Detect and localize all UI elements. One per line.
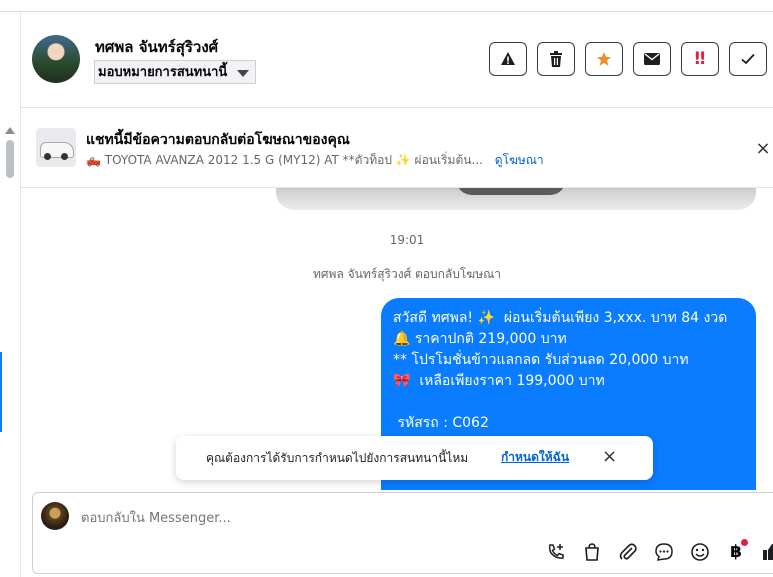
assign-label: มอบหมายการสนทนานี้ <box>98 65 228 80</box>
conversation-header: ทศพล จันทร์สุริวงศ์ มอบหมายการสนทนานี้ ‼ <box>21 12 773 108</box>
scroll-up-arrow-icon[interactable] <box>5 127 15 134</box>
check-icon <box>741 53 755 65</box>
msg-line6: รหัสรถ : C062 <box>393 415 489 431</box>
baht-symbol: ฿ <box>730 542 742 562</box>
conversation-list-edge <box>0 12 21 577</box>
chevron-down-icon <box>237 70 250 77</box>
shopping-bag-icon[interactable] <box>574 539 610 565</box>
star-icon <box>597 52 611 66</box>
wheel <box>61 153 68 160</box>
assign-notice-text: คุณต้องการได้รับการกำหนดไปยังการสนทนานี้… <box>206 451 469 465</box>
double-exclamation-icon: ‼ <box>694 49 706 69</box>
add-call-icon[interactable] <box>538 539 574 565</box>
ad-reply-note: ทศพล จันทร์สุริวงศ์ ตอบกลับโฆษณา <box>313 267 501 281</box>
close-icon[interactable]: × <box>753 138 773 159</box>
mark-unread-button[interactable] <box>633 42 671 76</box>
ad-subtitle-text: TOYOTA AVANZA 2012 1.5 G (MY12) AT **ตัว… <box>104 153 392 167</box>
report-button[interactable] <box>489 42 527 76</box>
contact-name[interactable]: ทศพล จันทร์สุริวงศ์ <box>95 35 218 59</box>
msg-line2: ราคาปกติ 219,000 บาท <box>410 331 567 347</box>
delete-button[interactable] <box>537 42 575 76</box>
close-icon[interactable]: × <box>602 446 617 467</box>
msg-line1a: สวัสดี ทศพล! <box>393 310 478 326</box>
message-composer: ฿ <box>32 492 773 574</box>
emoji-icon[interactable] <box>682 539 718 565</box>
previous-image-message[interactable] <box>276 187 756 210</box>
important-button[interactable]: ‼ <box>681 42 719 76</box>
page-avatar <box>41 502 69 530</box>
done-button[interactable] <box>729 42 767 76</box>
ad-subtitle-tail: ผ่อนเริ่มต้น... <box>414 153 483 167</box>
composer-toolbar: ฿ <box>538 539 773 565</box>
assign-conversation-dropdown[interactable]: มอบหมายการสนทนานี้ <box>94 60 257 84</box>
ad-banner-subtitle: 🛻 TOYOTA AVANZA 2012 1.5 G (MY12) AT **ต… <box>86 151 544 170</box>
sparkle-icon: ✨ <box>477 310 495 326</box>
ribbon-icon: 🎀 <box>393 373 411 389</box>
contact-avatar[interactable] <box>32 35 80 83</box>
selection-marker <box>0 352 2 432</box>
scrollbar-thumb[interactable] <box>6 140 14 178</box>
message-timestamp: 19:01 <box>389 233 425 247</box>
reply-input[interactable] <box>81 508 681 528</box>
trash-icon <box>550 51 562 67</box>
star-button[interactable] <box>585 42 623 76</box>
car-grill-image <box>456 187 566 195</box>
notification-dot <box>741 539 748 546</box>
msg-line3: ** โปรโมชั่นข้าวแลกลด รับส่วนลด 20,000 บ… <box>393 352 689 368</box>
pickup-truck-icon: 🛻 <box>86 153 101 167</box>
msg-line4: เหลือเพียงราคา 199,000 บาท <box>410 373 605 389</box>
view-ad-link[interactable]: ดูโฆษณา <box>495 153 544 167</box>
ad-reply-banner: แชทนี้มีข้อความตอบกลับต่อโฆษณาของคุณ 🛻 T… <box>21 108 773 188</box>
warning-icon <box>501 52 515 65</box>
ad-thumbnail[interactable] <box>36 128 76 167</box>
payment-baht-icon[interactable]: ฿ <box>718 539 754 565</box>
sparkle-icon: ✨ <box>395 153 411 167</box>
envelope-icon <box>644 53 660 65</box>
wheel <box>44 153 51 160</box>
assign-to-me-link[interactable]: กำหนดให้ฉัน <box>501 448 569 467</box>
like-icon[interactable] <box>754 539 773 565</box>
bell-icon: 🔔 <box>393 331 411 347</box>
msg-line1b: ผ่อนเริ่มต้นเพียง 3,xxx. บาท 84 งวด <box>494 310 728 326</box>
attach-icon[interactable] <box>610 539 646 565</box>
saved-reply-icon[interactable] <box>646 539 682 565</box>
ad-banner-title: แชทนี้มีข้อความตอบกลับต่อโฆษณาของคุณ <box>86 132 350 148</box>
assign-notice-toast: คุณต้องการได้รับการกำหนดไปยังการสนทนานี้… <box>176 436 653 480</box>
